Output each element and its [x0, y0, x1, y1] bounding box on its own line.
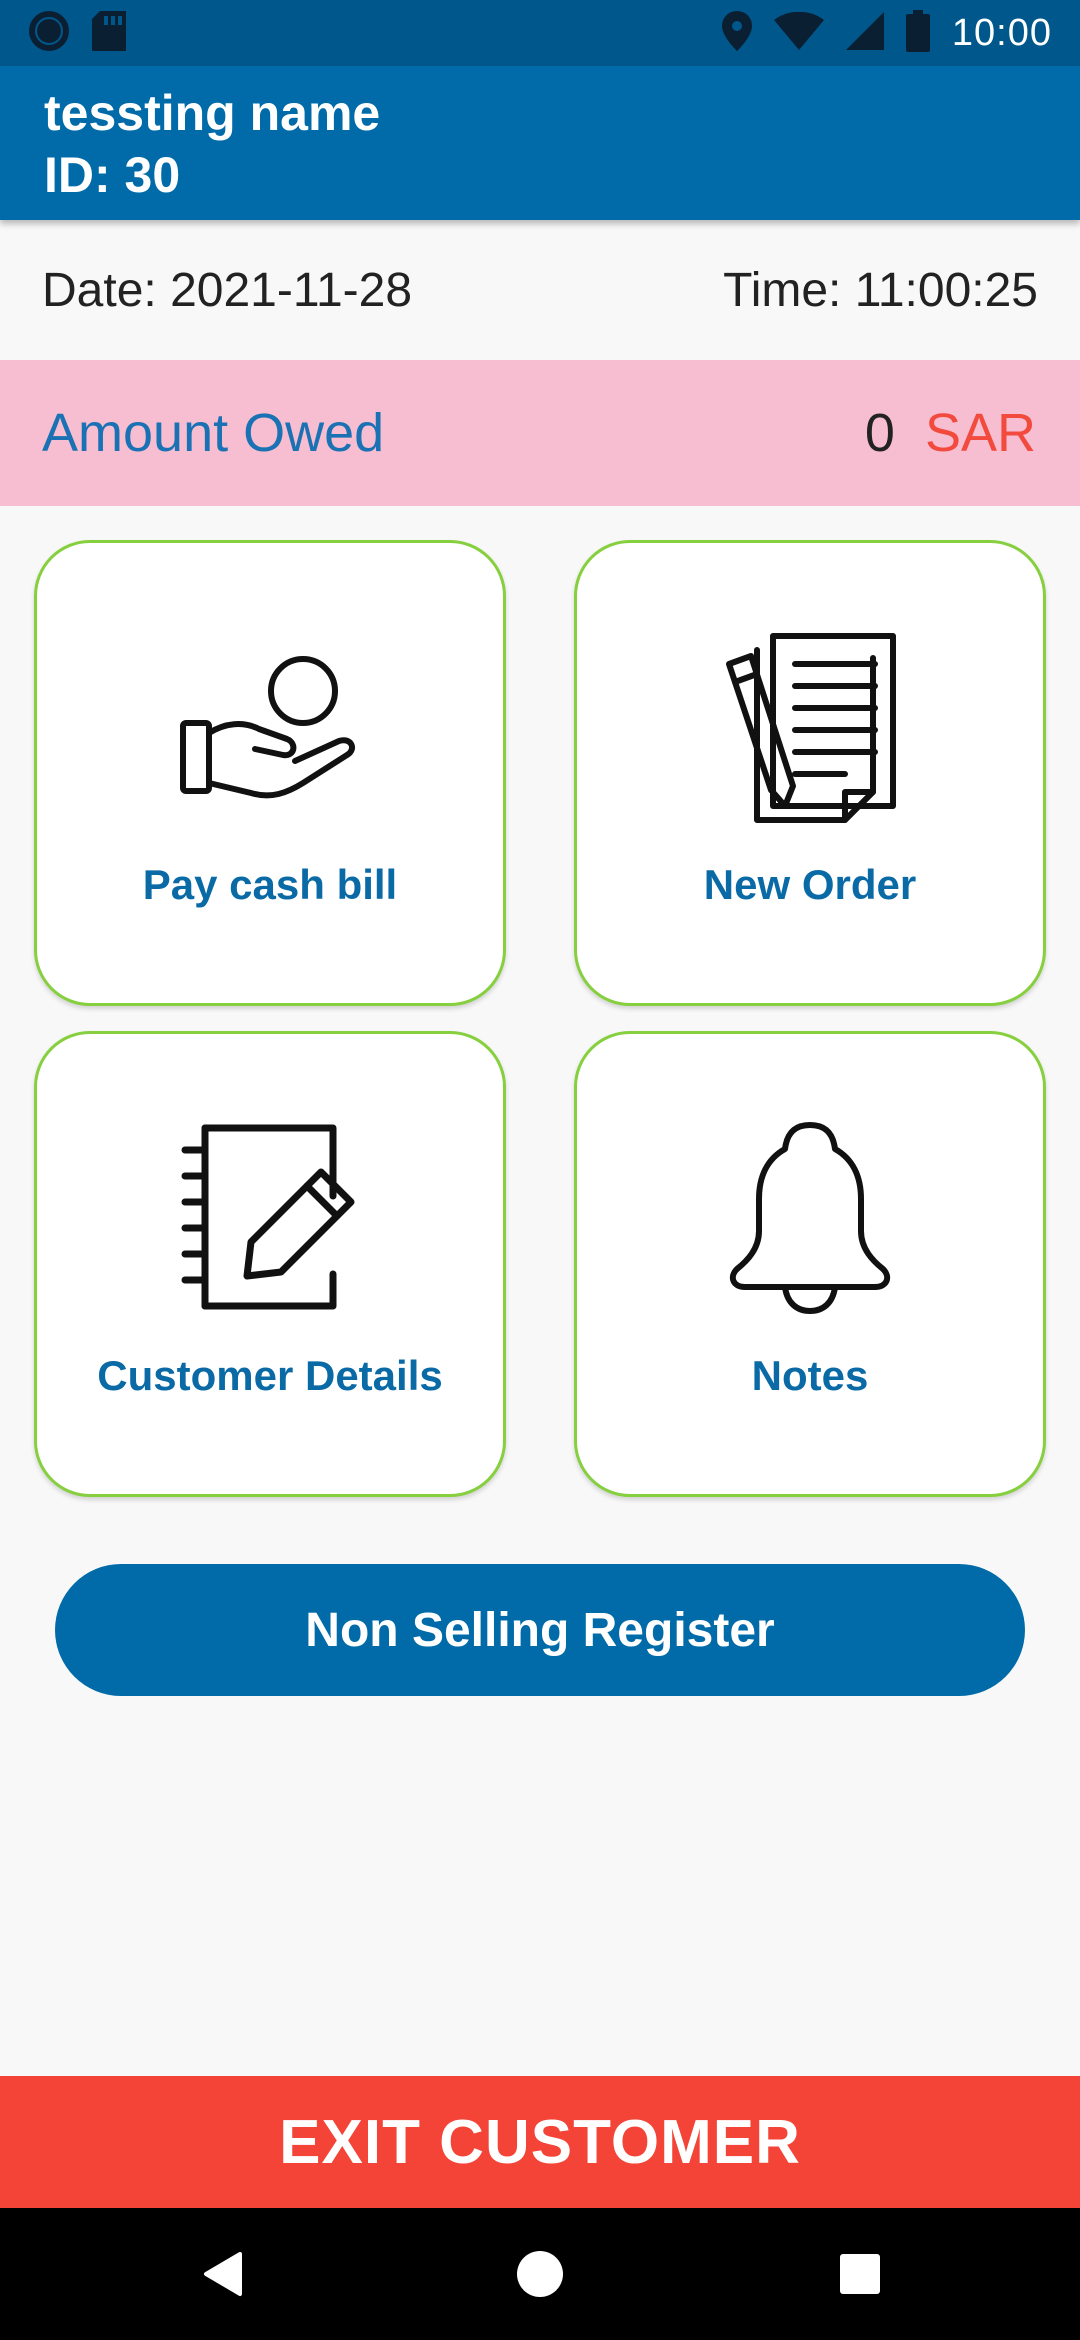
new-order-label: New Order: [703, 861, 917, 908]
record-icon: [28, 10, 70, 57]
customer-id: ID: 30: [44, 147, 181, 203]
exit-customer-button[interactable]: EXIT CUSTOMER: [0, 2076, 1080, 2208]
date-label: Date: 2021-11-28: [42, 263, 413, 317]
sd-card-icon: [92, 10, 126, 56]
date-time-row: Date: 2021-11-28 Time: 11:00:25: [0, 250, 1080, 330]
recent-apps-icon[interactable]: [830, 2244, 890, 2304]
cell-signal-icon: [845, 11, 884, 55]
location-icon: [721, 10, 752, 56]
amount-owed-value-group: 0 SAR: [865, 402, 1036, 464]
customer-details-tile[interactable]: Customer Details: [34, 1031, 506, 1497]
status-bar: 10:00: [0, 0, 1080, 66]
order-document-icon: [715, 633, 905, 823]
customer-name: tessting name: [44, 85, 381, 141]
notebook-edit-icon: [175, 1124, 365, 1314]
system-nav-bar: [0, 2208, 1080, 2340]
home-icon[interactable]: [510, 2244, 570, 2304]
back-icon[interactable]: [192, 2244, 252, 2304]
status-left: [28, 10, 126, 57]
amount-owed-banner: Amount Owed 0 SAR: [0, 360, 1080, 506]
time-label: Time: 11:00:25: [723, 263, 1038, 317]
wifi-icon: [773, 11, 824, 55]
status-right: 10:00: [721, 9, 1052, 57]
battery-icon: [905, 9, 930, 57]
notes-tile[interactable]: Notes: [574, 1031, 1046, 1497]
amount-owed-label: Amount Owed: [42, 403, 385, 463]
hand-coin-icon: [175, 633, 365, 823]
screen: 10:00 tessting name ID: 30 Date: 2021-11…: [0, 0, 1080, 2340]
bell-icon: [715, 1122, 905, 1314]
notes-label: Notes: [751, 1352, 869, 1399]
clock: 10:00: [951, 11, 1052, 54]
customer-details-label: Customer Details: [97, 1352, 443, 1399]
app-bar: tessting name ID: 30: [0, 66, 1080, 220]
amount-owed-value: 0: [864, 403, 895, 463]
non-selling-register-button[interactable]: Non Selling Register: [55, 1564, 1025, 1696]
new-order-tile[interactable]: New Order: [574, 540, 1046, 1006]
pay-cash-bill-label: Pay cash bill: [142, 861, 398, 908]
amount-owed-currency: SAR: [924, 403, 1036, 463]
pay-cash-bill-tile[interactable]: Pay cash bill: [34, 540, 506, 1006]
